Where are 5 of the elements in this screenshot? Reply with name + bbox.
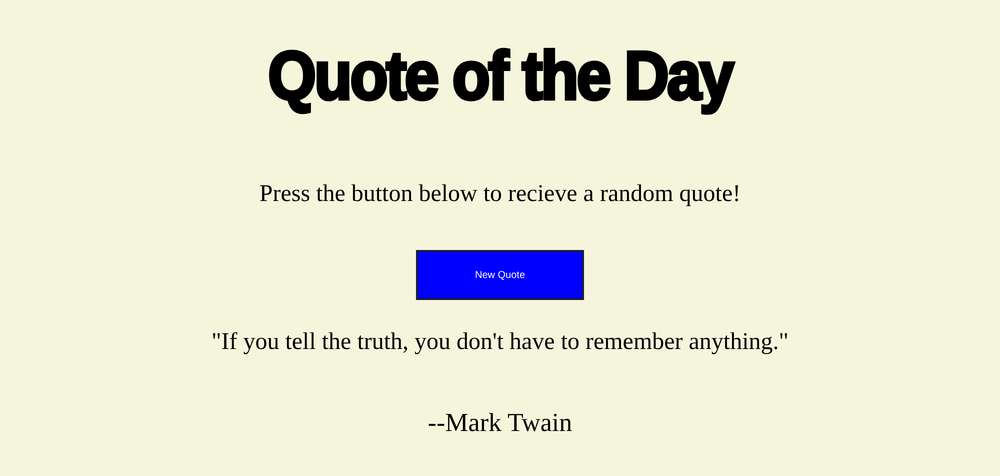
page-title: Quote of the Day [268, 42, 732, 112]
quote-author: --Mark Twain [428, 410, 572, 436]
new-quote-button[interactable]: New Quote [416, 250, 584, 300]
instruction-text: Press the button below to recieve a random quote! [259, 182, 741, 206]
quote-text: "If you tell the truth, you don't have to remember anything." [211, 330, 789, 354]
